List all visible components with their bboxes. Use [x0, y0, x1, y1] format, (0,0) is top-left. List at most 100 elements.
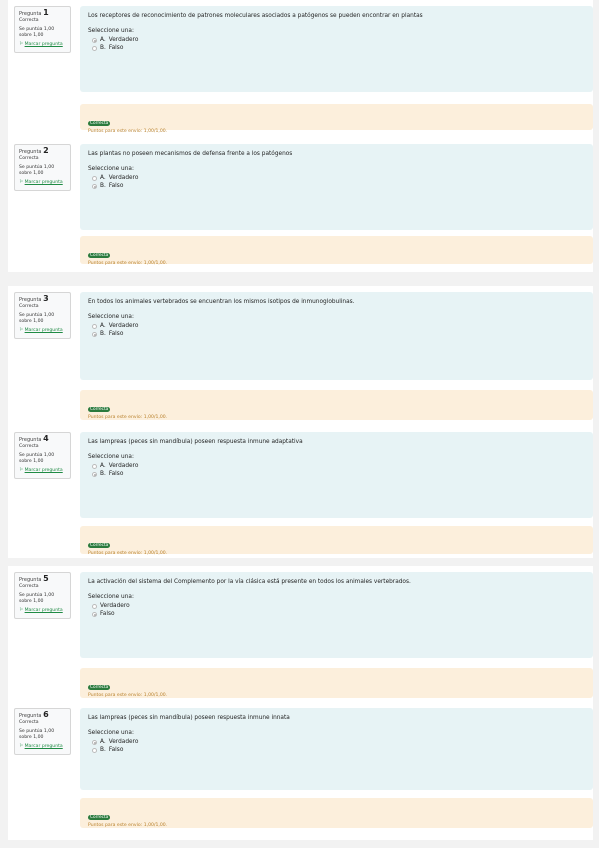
answer-option-b[interactable]: B. Falso [92, 330, 585, 338]
option-label: Verdadero [100, 603, 130, 609]
radio-button[interactable] [92, 463, 97, 469]
option-label: Falso [108, 45, 124, 51]
radio-button[interactable] [92, 183, 97, 189]
option-letter: A. [100, 739, 106, 745]
answer-option-b[interactable]: B. Falso [92, 746, 585, 754]
radio-button[interactable] [92, 471, 97, 477]
flag-question-label: Marcar pregunta [24, 468, 63, 473]
answer-option-a[interactable]: A. Verdadero [92, 36, 585, 44]
points-text: Puntos para este envío: 1,00/1,00. [88, 129, 168, 134]
answer-option-b[interactable]: B. Falso [92, 182, 585, 190]
answer-options: A. Verdadero B. Falso [88, 36, 585, 52]
flag-question-link[interactable]: ⚐ Marcar pregunta [19, 180, 66, 186]
radio-button[interactable] [92, 175, 97, 181]
radio-button[interactable] [92, 739, 97, 745]
answer-prompt: Seleccione una: [88, 454, 134, 460]
answer-prompt: Seleccione una: [88, 594, 134, 600]
question-content: Las plantas no poseen mecanismos de defe… [80, 144, 593, 230]
question-text: Las plantas no poseen mecanismos de defe… [88, 151, 293, 157]
points-text: Puntos para este envío: 1,00/1,00. [88, 261, 168, 266]
question-text: En todos los animales vertebrados se enc… [88, 299, 355, 305]
answer-option-a[interactable]: A. Verdadero [92, 462, 585, 470]
question-feedback: Correcta Puntos para este envío: 1,00/1,… [80, 668, 593, 698]
correct-badge: Correcta [88, 253, 111, 258]
question-state: Correcta [19, 18, 39, 23]
question-number: Pregunta 2 [19, 146, 49, 156]
question-4: Pregunta 4 Correcta Se puntúa 1,00 sobre… [8, 432, 593, 556]
correct-badge: Correcta [88, 543, 111, 548]
question-info: Pregunta 3 Correcta Se puntúa 1,00 sobre… [14, 292, 71, 339]
question-content: En todos los animales vertebrados se enc… [80, 292, 593, 380]
option-label: Falso [100, 611, 115, 617]
question-state: Correcta [19, 304, 39, 309]
option-letter: B. [100, 747, 106, 753]
radio-button[interactable] [92, 603, 97, 609]
question-info: Pregunta 1 Correcta Se puntúa 1,00 sobre… [14, 6, 71, 53]
flag-question-link[interactable]: ⚐ Marcar pregunta [19, 328, 66, 334]
question-grade: Se puntúa 1,00 sobre 1,00 [19, 453, 55, 464]
option-letter: B. [100, 183, 106, 189]
question-grade: Se puntúa 1,00 sobre 1,00 [19, 593, 55, 604]
option-letter: B. [100, 471, 106, 477]
answer-options: A. Verdadero B. Falso [88, 322, 585, 338]
question-2: Pregunta 2 Correcta Se puntúa 1,00 sobre… [8, 144, 593, 268]
question-feedback: Correcta Puntos para este envío: 1,00/1,… [80, 798, 593, 828]
radio-button[interactable] [92, 747, 97, 753]
question-number: Pregunta 1 [19, 8, 49, 18]
answer-options: A. Verdadero B. Falso [88, 462, 585, 478]
question-grade: Se puntúa 1,00 sobre 1,00 [19, 27, 55, 38]
radio-button[interactable] [92, 37, 97, 43]
question-info: Pregunta 4 Correcta Se puntúa 1,00 sobre… [14, 432, 71, 479]
answer-prompt: Seleccione una: [88, 166, 134, 172]
option-label: Verdadero [108, 37, 139, 43]
radio-button[interactable] [92, 323, 97, 329]
flag-question-link[interactable]: ⚐ Marcar pregunta [19, 608, 66, 614]
option-label: Verdadero [108, 175, 139, 181]
flag-icon: ⚐ [19, 468, 24, 473]
question-grade: Se puntúa 1,00 sobre 1,00 [19, 313, 55, 324]
points-text: Puntos para este envío: 1,00/1,00. [88, 693, 168, 698]
flag-question-link[interactable]: ⚐ Marcar pregunta [19, 744, 66, 750]
question-state: Correcta [19, 720, 39, 725]
question-info: Pregunta 5 Correcta Se puntúa 1,00 sobre… [14, 572, 71, 619]
flag-question-label: Marcar pregunta [24, 42, 63, 47]
correct-badge: Correcta [88, 407, 111, 412]
answer-option-falso[interactable]: Falso [92, 610, 585, 618]
flag-question-label: Marcar pregunta [24, 744, 63, 749]
answer-option-verdadero[interactable]: Verdadero [92, 602, 585, 610]
radio-button[interactable] [92, 611, 97, 617]
answer-option-a[interactable]: A. Verdadero [92, 322, 585, 330]
answer-option-a[interactable]: A. Verdadero [92, 174, 585, 182]
question-state: Correcta [19, 584, 39, 589]
answer-option-b[interactable]: B. Falso [92, 44, 585, 52]
question-5: Pregunta 5 Correcta Se puntúa 1,00 sobre… [8, 572, 593, 698]
answer-prompt: Seleccione una: [88, 730, 134, 736]
option-letter: B. [100, 45, 106, 51]
radio-button[interactable] [92, 45, 97, 51]
question-content: Las lampreas (peces sin mandíbula) posee… [80, 708, 593, 790]
question-feedback: Correcta Puntos para este envío: 1,00/1,… [80, 526, 593, 556]
question-1: Pregunta 1 Correcta Se puntúa 1,00 sobre… [8, 6, 593, 134]
option-letter: A. [100, 37, 106, 43]
flag-icon: ⚐ [19, 608, 24, 613]
flag-question-link[interactable]: ⚐ Marcar pregunta [19, 42, 66, 48]
option-letter: A. [100, 323, 106, 329]
points-text: Puntos para este envío: 1,00/1,00. [88, 823, 168, 828]
answer-options: A. Verdadero B. Falso [88, 738, 585, 754]
question-grade: Se puntúa 1,00 sobre 1,00 [19, 729, 55, 740]
question-text: Las lampreas (peces sin mandíbula) posee… [88, 715, 290, 721]
flag-question-label: Marcar pregunta [24, 608, 63, 613]
answer-option-b[interactable]: B. Falso [92, 470, 585, 478]
question-info: Pregunta 6 Correcta Se puntúa 1,00 sobre… [14, 708, 71, 755]
question-6: Pregunta 6 Correcta Se puntúa 1,00 sobre… [8, 708, 593, 836]
question-text: Los receptores de reconocimiento de patr… [88, 13, 423, 19]
answer-option-a[interactable]: A. Verdadero [92, 738, 585, 746]
option-label: Verdadero [108, 739, 139, 745]
option-label: Falso [108, 183, 124, 189]
quiz-page-section-2: Pregunta 3 Correcta Se puntúa 1,00 sobre… [8, 286, 593, 558]
flag-icon: ⚐ [19, 180, 24, 185]
flag-question-link[interactable]: ⚐ Marcar pregunta [19, 468, 66, 474]
radio-button[interactable] [92, 331, 97, 337]
question-content: La activación del sistema del Complement… [80, 572, 593, 658]
quiz-page-section-3: Pregunta 5 Correcta Se puntúa 1,00 sobre… [8, 566, 593, 840]
